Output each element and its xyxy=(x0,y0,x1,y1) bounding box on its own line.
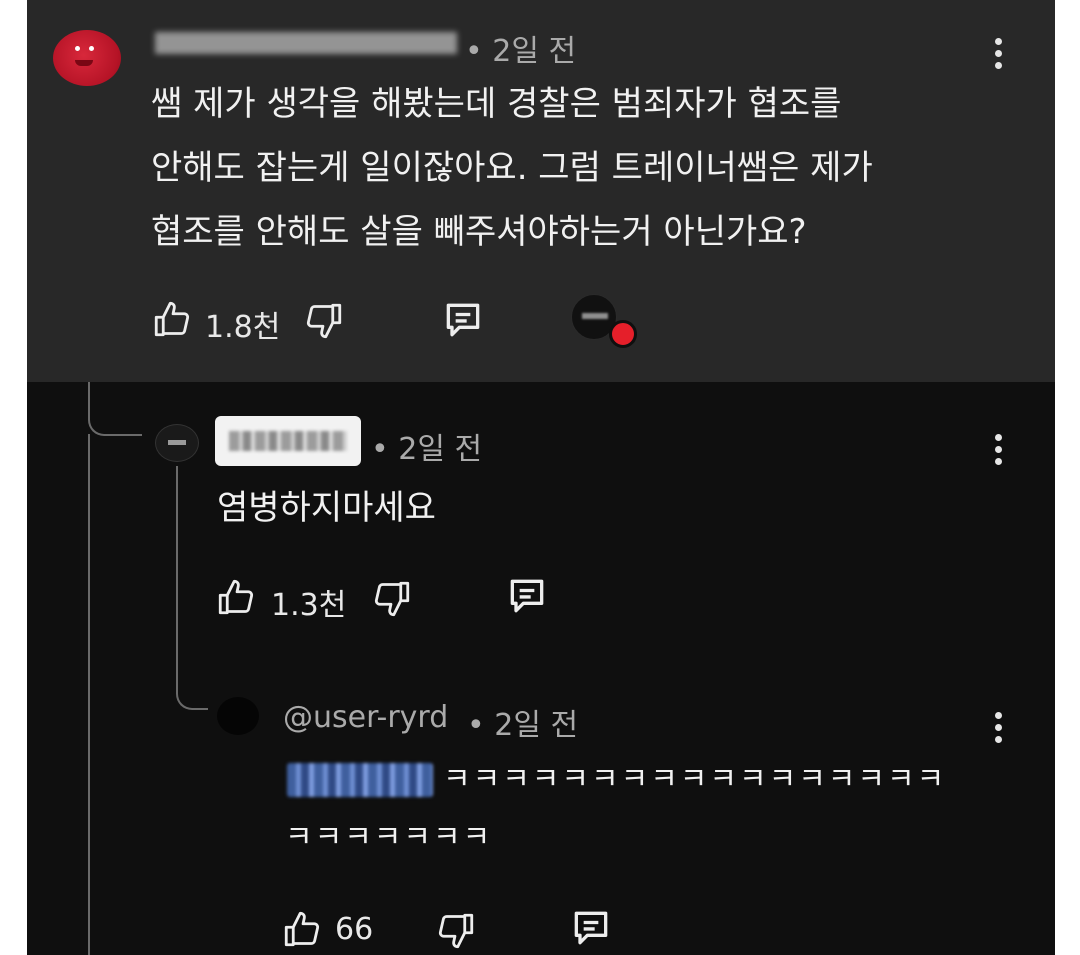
reply-author-chip-redacted[interactable] xyxy=(215,416,361,466)
avatar-eye xyxy=(89,46,94,51)
thumbs-down-icon[interactable] xyxy=(435,910,477,952)
reply-comment-icon[interactable] xyxy=(505,574,549,618)
nested-reply-like-count: 66 xyxy=(335,912,374,947)
nested-reply-avatar[interactable] xyxy=(217,697,259,735)
avatar-eye xyxy=(75,46,80,51)
nested-reply-time: • 2일 전 xyxy=(467,708,579,743)
nested-reply-author[interactable]: @user-ryrd xyxy=(283,700,448,735)
avatar-mouth xyxy=(75,60,93,66)
thread-line-main-lower xyxy=(88,434,90,955)
thread-line-reply xyxy=(176,466,178,684)
comments-panel: • 2일 전 쌤 제가 생각을 해봤는데 경찰은 범죄자가 협조를 안해도 잡는… xyxy=(27,0,1055,955)
creator-heart-badge xyxy=(571,294,637,348)
thread-connector-reply xyxy=(88,400,142,436)
comment-time: • 2일 전 xyxy=(465,34,577,69)
comment-line-1: 쌤 제가 생각을 해봤는데 경찰은 범죄자가 협조를 xyxy=(151,84,842,124)
thumbs-up-icon[interactable] xyxy=(151,298,193,340)
comment-line-3: 협조를 안해도 살을 빼주셔야하는거 아닌가요? xyxy=(151,212,807,252)
thumbs-up-icon[interactable] xyxy=(281,908,323,950)
reply-text: 염병하지마세요 xyxy=(217,488,436,528)
thread-connector-nested xyxy=(176,680,208,710)
heart-icon xyxy=(609,320,637,348)
commenter-name-redacted[interactable] xyxy=(155,32,457,54)
reply-comment-icon[interactable] xyxy=(569,906,613,950)
thumbs-down-icon[interactable] xyxy=(371,578,413,620)
commenter-avatar[interactable] xyxy=(53,30,121,86)
comment-like-count: 1.8천 xyxy=(205,310,281,345)
reply-like-count: 1.3천 xyxy=(271,588,347,623)
reply-avatar[interactable] xyxy=(155,424,199,462)
reply-time: • 2일 전 xyxy=(371,432,483,467)
mention-redacted[interactable] xyxy=(287,763,433,797)
nested-reply-line-2: ㅋㅋㅋㅋㅋㅋㅋ xyxy=(285,820,493,855)
nested-reply-more-icon[interactable] xyxy=(995,712,1003,748)
highlighted-comment: • 2일 전 쌤 제가 생각을 해봤는데 경찰은 범죄자가 협조를 안해도 잡는… xyxy=(27,0,1055,382)
comment-line-2: 안해도 잡는게 일이잖아요. 그럼 트레이너쌤은 제가 xyxy=(151,148,873,188)
nested-reply-line-1: ㅋㅋㅋㅋㅋㅋㅋㅋㅋㅋㅋㅋㅋㅋㅋㅋㅋ xyxy=(443,762,947,797)
thumbs-up-icon[interactable] xyxy=(215,576,257,618)
reply-more-icon[interactable] xyxy=(995,434,1003,470)
thumbs-down-icon[interactable] xyxy=(303,300,345,342)
reply-comment-icon[interactable] xyxy=(441,298,485,342)
comment-more-icon[interactable] xyxy=(995,38,1003,74)
